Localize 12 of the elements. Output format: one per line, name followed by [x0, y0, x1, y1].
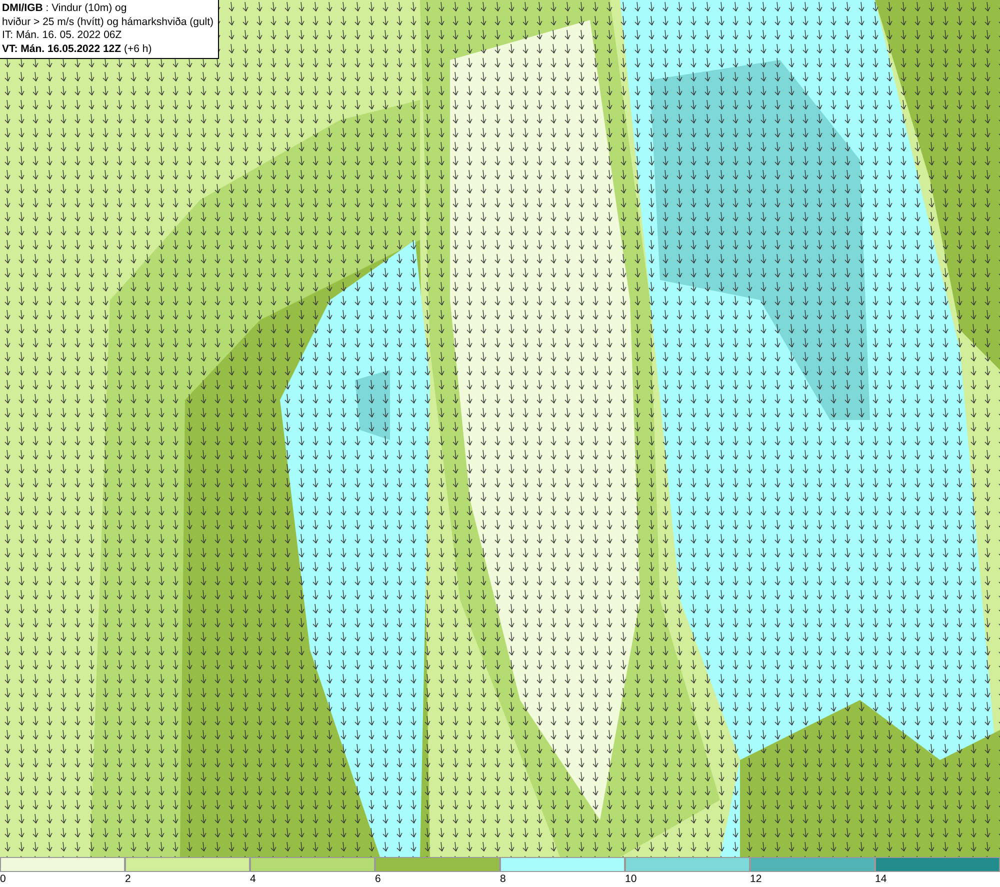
legend-label: 0	[0, 872, 6, 886]
info-text: DMI/IGB : Vindur (10m) og	[2, 2, 128, 16]
legend-label: 8	[500, 872, 506, 886]
legend-label: 10	[625, 872, 637, 886]
legend-label: 4	[250, 872, 256, 886]
legend-label: 14	[875, 872, 887, 886]
info-text: IT: Mán. 16. 05. 2022 06Z	[2, 29, 123, 42]
info-text: hviður > 25 m/s (hvítt) og hámarkshviða (gult)	[2, 16, 214, 29]
legend-label: 2	[125, 872, 131, 886]
legend-label: 6	[375, 872, 381, 886]
legend-label: 12	[750, 872, 762, 886]
info-text: VT: Mán. 16.05.2022 12Z (+6 h)	[2, 42, 153, 56]
